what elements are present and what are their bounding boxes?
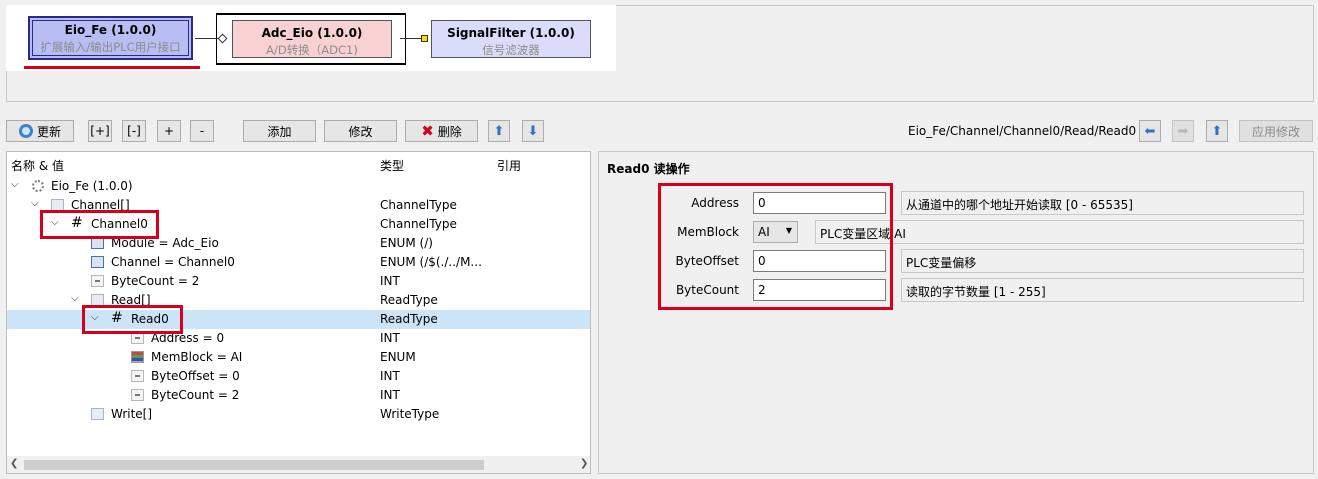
apply-button[interactable]: 应用修改: [1239, 120, 1313, 142]
collapse-all-button[interactable]: [-]: [122, 120, 146, 142]
block-subtitle: 信号滤波器: [482, 43, 540, 57]
parent-button[interactable]: ⬆: [1206, 120, 1228, 142]
block-eio-fe[interactable]: Eio_Fe (1.0.0) 扩展输入/输出PLC用户接口: [28, 16, 193, 60]
refresh-label: 更新: [36, 124, 61, 139]
tree-label: Eio_Fe (1.0.0): [51, 179, 133, 193]
expand-all-button[interactable]: [+]: [88, 120, 112, 142]
address-description: 从通道中的哪个地址开始读取 [0 - 65535]: [901, 191, 1304, 215]
properties-title: Read0 读操作: [607, 162, 690, 176]
tree-row[interactable]: Write[] WriteType: [7, 405, 590, 424]
highlight-box-channel0: [40, 210, 159, 239]
tree-type: ENUM (/): [380, 236, 433, 250]
tree-row[interactable]: ⌵ Eio_Fe (1.0.0): [7, 177, 590, 196]
block-selection-frame: [32, 20, 189, 56]
delete-label: 删除: [437, 124, 462, 139]
tree-row[interactable]: ByteCount = 2 INT: [7, 272, 590, 291]
highlight-box-fields: [658, 183, 893, 310]
tree-label: ByteCount = 2: [111, 274, 200, 288]
tree-row[interactable]: Channel = Channel0 ENUM (/$(./../M...: [7, 253, 590, 272]
tree-type: INT: [380, 388, 400, 402]
delete-button[interactable]: ✖ 删除: [405, 120, 478, 142]
bytecount-description: 读取的字节数量 [1 - 255]: [901, 278, 1304, 302]
block-subtitle: A/D转换（ADC1): [266, 43, 358, 57]
column-header-name[interactable]: 名称 & 值: [11, 157, 64, 174]
arrow-up-icon: ⬆: [1211, 123, 1223, 139]
arrow-left-icon: ⬅: [1144, 123, 1156, 139]
back-button[interactable]: ⬅: [1139, 120, 1161, 142]
block-adc-eio[interactable]: Adc_Eio (1.0.0) A/D转换（ADC1): [232, 20, 392, 58]
tree-type: ENUM (/$(./../M...: [380, 255, 482, 269]
tree-label: Channel = Channel0: [111, 255, 235, 269]
block-title: SignalFilter (1.0.0): [447, 26, 575, 40]
tree-type: ReadType: [380, 293, 438, 307]
chevron-down-icon[interactable]: ⌵: [71, 293, 79, 304]
scroll-right-icon[interactable]: ❯: [580, 458, 588, 469]
byteoffset-description: PLC变量偏移: [901, 249, 1304, 273]
add-button[interactable]: 添加: [243, 120, 316, 142]
forward-button[interactable]: ➡: [1172, 120, 1194, 142]
move-down-button[interactable]: ⬇: [522, 120, 544, 142]
connector-square: [421, 35, 428, 42]
integer-icon: [131, 370, 144, 382]
array-icon: [91, 408, 104, 420]
tree-type: INT: [380, 369, 400, 383]
tree-label: ByteCount = 2: [151, 388, 240, 402]
minus-button[interactable]: -: [190, 120, 214, 142]
tree-row[interactable]: ByteCount = 2 INT: [7, 386, 590, 405]
tree-row[interactable]: MemBlock = AI ENUM: [7, 348, 590, 367]
move-up-button[interactable]: ⬆: [488, 120, 510, 142]
tree-type: ENUM: [380, 350, 416, 364]
chevron-down-icon[interactable]: ⌵: [11, 179, 19, 190]
tree-label: ByteOffset = 0: [151, 369, 240, 383]
integer-icon: [131, 389, 144, 401]
tree-label: Write[]: [111, 407, 153, 421]
scroll-left-icon[interactable]: ❮: [10, 458, 18, 469]
arrow-right-icon: ➡: [1177, 123, 1189, 139]
highlight-box-read0: [82, 305, 183, 334]
tree-type: ChannelType: [380, 198, 457, 212]
tree-label: MemBlock = AI: [151, 350, 243, 364]
reference-icon: [91, 256, 104, 268]
column-header-type[interactable]: 类型: [380, 157, 404, 174]
tree-type: WriteType: [380, 407, 440, 421]
tree-type: INT: [380, 331, 400, 345]
plus-button[interactable]: +: [157, 120, 181, 142]
arrow-up-icon: ⬆: [493, 123, 505, 139]
arrow-down-icon: ⬇: [527, 123, 539, 139]
integer-icon: [91, 275, 104, 287]
tree-row[interactable]: ByteOffset = 0 INT: [7, 367, 590, 386]
block-signalfilter[interactable]: SignalFilter (1.0.0) 信号滤波器: [431, 20, 591, 58]
highlight-underline: [24, 66, 200, 69]
current-path: Eio_Fe/Channel/Channel0/Read/Read0: [908, 124, 1137, 138]
refresh-button[interactable]: 更新: [6, 120, 74, 142]
gear-icon: [32, 180, 44, 192]
tree-view[interactable]: 名称 & 值 类型 引用 ⌵ Eio_Fe (1.0.0) ⌵ Channel[…: [6, 151, 591, 474]
tree-type: INT: [380, 274, 400, 288]
block-title: Adc_Eio (1.0.0): [261, 26, 363, 40]
chevron-down-icon[interactable]: ⌵: [31, 198, 39, 209]
tree-type: ChannelType: [380, 217, 457, 231]
delete-icon: ✖: [421, 122, 434, 140]
refresh-icon: [18, 124, 33, 138]
modify-button[interactable]: 修改: [324, 120, 397, 142]
tree-type: ReadType: [380, 312, 438, 326]
column-header-ref[interactable]: 引用: [497, 157, 521, 174]
scrollbar-thumb[interactable]: [24, 460, 484, 470]
enum-icon: [131, 351, 144, 363]
